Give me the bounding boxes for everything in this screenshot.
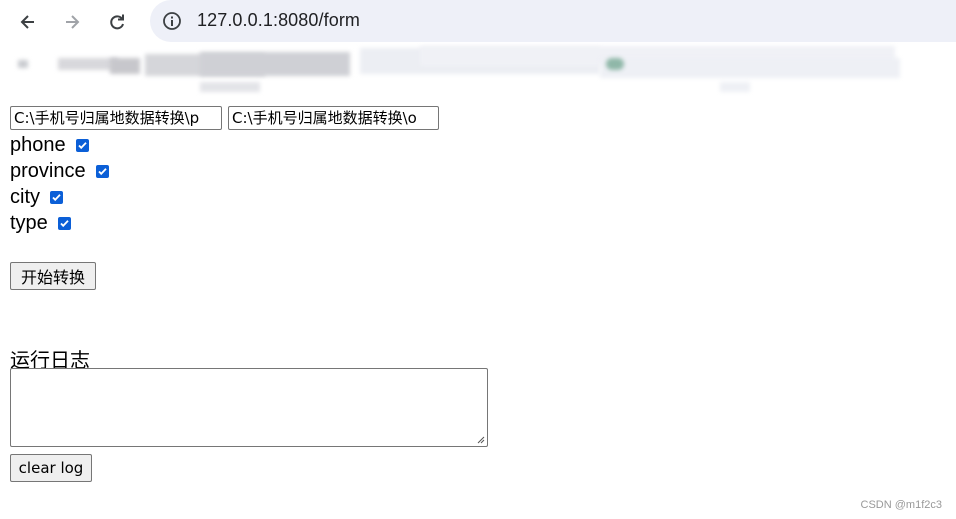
field-row-phone: phone bbox=[10, 133, 89, 157]
redacted-bookmarks-bar bbox=[0, 44, 956, 100]
input-path-field[interactable]: C:\手机号归属地数据转换\p bbox=[10, 106, 222, 130]
arrow-left-icon bbox=[20, 15, 34, 29]
arrow-right-icon bbox=[66, 15, 80, 29]
field-label-phone: phone bbox=[10, 133, 66, 156]
forward-button[interactable] bbox=[56, 6, 88, 38]
province-checkbox[interactable] bbox=[95, 164, 109, 178]
info-icon[interactable] bbox=[162, 11, 182, 31]
resize-grip-icon[interactable] bbox=[476, 435, 485, 444]
field-label-type: type bbox=[10, 211, 48, 234]
phone-checkbox[interactable] bbox=[75, 138, 89, 152]
address-bar[interactable]: 127.0.0.1:8080/form bbox=[150, 0, 956, 42]
type-checkbox[interactable] bbox=[57, 216, 71, 230]
field-label-city: city bbox=[10, 185, 40, 208]
checkmark-icon bbox=[77, 141, 87, 149]
reload-button[interactable] bbox=[101, 6, 133, 38]
url-text: 127.0.0.1:8080/form bbox=[197, 10, 361, 30]
browser-toolbar: 127.0.0.1:8080/form bbox=[0, 0, 956, 44]
field-label-province: province bbox=[10, 159, 86, 182]
field-row-province: province bbox=[10, 159, 109, 183]
checkmark-icon bbox=[97, 167, 107, 175]
reload-icon bbox=[110, 14, 124, 30]
output-path-field[interactable]: C:\手机号归属地数据转换\o bbox=[228, 106, 439, 130]
watermark-text: CSDN @m1f2c3 bbox=[860, 499, 942, 511]
field-row-city: city bbox=[10, 185, 63, 209]
log-textarea[interactable] bbox=[10, 368, 488, 447]
clear-log-button[interactable]: clear log bbox=[10, 454, 92, 482]
field-row-type: type bbox=[10, 211, 71, 235]
city-checkbox[interactable] bbox=[50, 190, 63, 204]
back-button[interactable] bbox=[12, 6, 44, 38]
checkmark-icon bbox=[52, 193, 61, 201]
start-convert-button[interactable]: 开始转换 bbox=[10, 262, 96, 290]
checkmark-icon bbox=[60, 219, 69, 227]
